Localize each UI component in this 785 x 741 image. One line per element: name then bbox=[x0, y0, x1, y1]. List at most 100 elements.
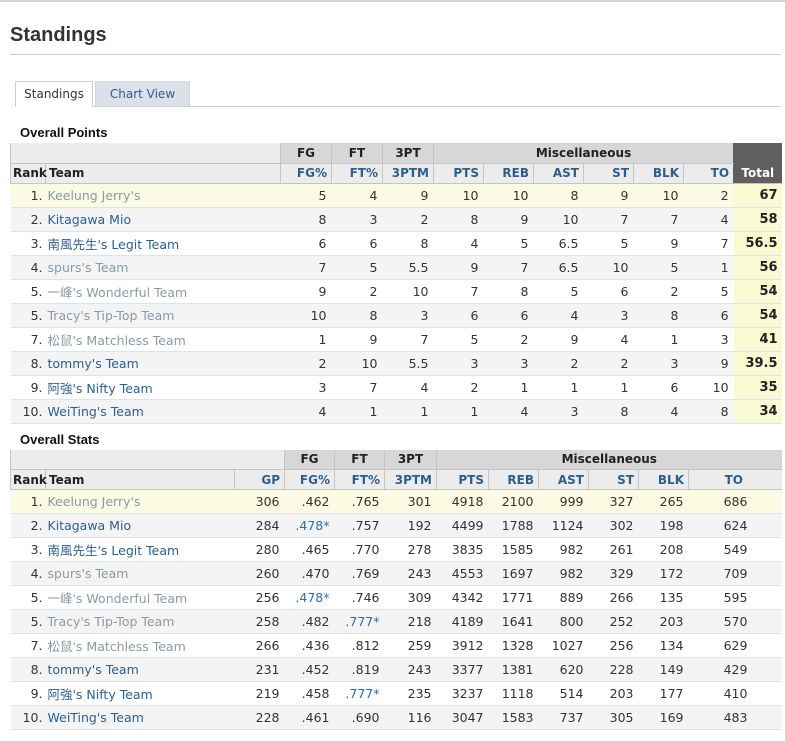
team-cell: 南風先生's Legit Team bbox=[45, 537, 235, 562]
team-link[interactable]: tommy's Team bbox=[48, 356, 139, 371]
stat-cell-tptm: 243 bbox=[384, 657, 437, 682]
column-header-reb[interactable]: REB bbox=[483, 163, 534, 184]
team-link[interactable]: 阿強's Nifty Team bbox=[48, 381, 153, 396]
team-link[interactable]: 松鼠's Matchless Team bbox=[48, 333, 186, 348]
rank-cell: 9. bbox=[10, 681, 46, 706]
rank-cell: 10. bbox=[10, 399, 46, 424]
team-link[interactable]: Keelung Jerry's bbox=[48, 494, 141, 509]
column-header-fg-pct[interactable]: FG% bbox=[280, 163, 332, 184]
group-header-fg: FG bbox=[280, 143, 332, 164]
team-link[interactable]: 阿強's Nifty Team bbox=[48, 687, 153, 702]
table-row: 7. 松鼠's Matchless Team 266.436.812 259 3912 1… bbox=[10, 633, 782, 658]
stat-cell-st: 1 bbox=[583, 375, 634, 400]
column-header-to[interactable]: TO bbox=[687, 469, 782, 490]
page-title: Standings bbox=[10, 24, 107, 46]
team-link[interactable]: 松鼠's Matchless Team bbox=[48, 639, 186, 654]
stat-cell-ftp: 8 bbox=[331, 303, 383, 328]
team-link[interactable]: Tracy's Tip-Top Team bbox=[48, 308, 175, 323]
stat-cell-gp: 280 bbox=[234, 537, 285, 562]
column-header-blk[interactable]: BLK bbox=[638, 469, 689, 490]
stat-cell-reb: 2100 bbox=[488, 489, 539, 514]
stat-cell-reb: 10 bbox=[483, 183, 534, 208]
team-link[interactable]: Keelung Jerry's bbox=[48, 188, 141, 203]
stat-cell-fgp: 4 bbox=[280, 399, 332, 424]
stat-cell-pts: 3835 bbox=[436, 537, 489, 562]
stat-cell-fgp: 10 bbox=[280, 303, 332, 328]
stat-cell-tptm: 278 bbox=[384, 537, 437, 562]
stat-cell-st: 3 bbox=[583, 303, 634, 328]
stat-cell-tptm: 243 bbox=[384, 561, 437, 586]
stat-cell-st: 305 bbox=[588, 705, 639, 730]
stat-cell-ast: 10 bbox=[533, 207, 584, 232]
stat-cell-reb: 1641 bbox=[488, 609, 539, 634]
stat-cell-fgp: .458 bbox=[284, 681, 335, 706]
stat-cell-to: 7 bbox=[683, 231, 734, 256]
stat-cell-to: 570 bbox=[688, 609, 782, 634]
header-blank bbox=[234, 449, 285, 470]
tab-chart-view[interactable]: Chart View bbox=[95, 81, 190, 106]
team-cell: 阿強's Nifty Team bbox=[45, 375, 281, 400]
stat-cell-blk: 134 bbox=[638, 633, 689, 658]
stat-cell-reb: 9 bbox=[483, 207, 534, 232]
stat-cell-pts: 1 bbox=[433, 399, 484, 424]
table-row: 3. 南風先生's Legit Team 6 6 8 4 5 6.5 5 9 7 56.5 bbox=[10, 231, 782, 256]
team-link[interactable]: WeiTing's Team bbox=[48, 404, 144, 419]
stat-cell-to: 709 bbox=[688, 561, 782, 586]
total-cell: 67 bbox=[733, 183, 782, 208]
stat-cell-ast: 1 bbox=[533, 375, 584, 400]
column-header-pts[interactable]: PTS bbox=[433, 163, 484, 184]
column-header-blk[interactable]: BLK bbox=[633, 163, 684, 184]
stat-cell-blk: 265 bbox=[638, 489, 689, 514]
column-header-pts[interactable]: PTS bbox=[436, 469, 489, 490]
column-header-3ptm[interactable]: 3PTM bbox=[384, 469, 437, 490]
team-link[interactable]: Tracy's Tip-Top Team bbox=[48, 614, 175, 629]
team-cell: spurs's Team bbox=[45, 561, 235, 586]
group-header-ft: FT bbox=[334, 449, 385, 470]
stat-cell-pts: 4553 bbox=[436, 561, 489, 586]
table-row: 1. Keelung Jerry's 5 4 9 10 10 8 9 10 2 67 bbox=[10, 183, 782, 208]
column-header-to[interactable]: TO bbox=[682, 163, 734, 184]
column-header-ft-pct[interactable]: FT% bbox=[334, 469, 385, 490]
column-header-gp[interactable]: GP bbox=[234, 469, 285, 490]
team-link[interactable]: 南風先生's Legit Team bbox=[48, 543, 180, 558]
column-header-total[interactable]: Total bbox=[733, 163, 782, 184]
column-header-st[interactable]: ST bbox=[588, 469, 639, 490]
column-header-3ptm[interactable]: 3PTM bbox=[382, 163, 434, 184]
stat-cell-pts: 7 bbox=[433, 279, 484, 304]
stat-cell-tptm: 9 bbox=[382, 183, 434, 208]
team-link[interactable]: 南風先生's Legit Team bbox=[48, 237, 180, 252]
column-header-ft-pct[interactable]: FT% bbox=[331, 163, 383, 184]
column-header-ast[interactable]: AST bbox=[538, 469, 589, 490]
team-cell: 阿強's Nifty Team bbox=[45, 681, 235, 706]
team-link[interactable]: spurs's Team bbox=[48, 260, 129, 275]
team-link[interactable]: 一峰's Wonderful Team bbox=[48, 591, 188, 606]
column-header-ast[interactable]: AST bbox=[533, 163, 584, 184]
team-link[interactable]: 一峰's Wonderful Team bbox=[48, 285, 188, 300]
stat-cell-ftp: 5 bbox=[331, 255, 383, 280]
column-header-rank: Rank bbox=[10, 469, 47, 490]
rank-cell: 1. bbox=[10, 489, 46, 514]
column-header-st[interactable]: ST bbox=[583, 163, 634, 184]
team-link[interactable]: Kitagawa Mio bbox=[48, 518, 132, 533]
total-cell: 54 bbox=[733, 303, 782, 328]
stat-cell-fgp: 7 bbox=[280, 255, 332, 280]
column-header-reb[interactable]: REB bbox=[488, 469, 539, 490]
stat-cell-st: 302 bbox=[588, 513, 639, 538]
table-row: 3. 南風先生's Legit Team 280.465.770 278 3835 158… bbox=[10, 537, 782, 562]
tab-standings[interactable]: Standings bbox=[15, 81, 93, 107]
stat-cell-reb: 1328 bbox=[488, 633, 539, 658]
table-row: 8. tommy's Team 2 10 5.5 3 3 2 2 3 9 39.5 bbox=[10, 351, 782, 376]
team-link[interactable]: Kitagawa Mio bbox=[48, 212, 132, 227]
team-cell: tommy's Team bbox=[45, 657, 235, 682]
team-link[interactable]: WeiTing's Team bbox=[48, 710, 144, 725]
stat-cell-fgp: .470 bbox=[284, 561, 335, 586]
header-blank bbox=[45, 449, 235, 470]
group-header-misc: Miscellaneous bbox=[432, 143, 734, 164]
stat-cell-ftp: 3 bbox=[331, 207, 383, 232]
column-header-fg-pct[interactable]: FG% bbox=[284, 469, 335, 490]
stat-cell-blk: 177 bbox=[638, 681, 689, 706]
team-cell: tommy's Team bbox=[45, 351, 281, 376]
team-cell: Tracy's Tip-Top Team bbox=[45, 609, 235, 634]
team-link[interactable]: tommy's Team bbox=[48, 662, 139, 677]
team-link[interactable]: spurs's Team bbox=[48, 566, 129, 581]
